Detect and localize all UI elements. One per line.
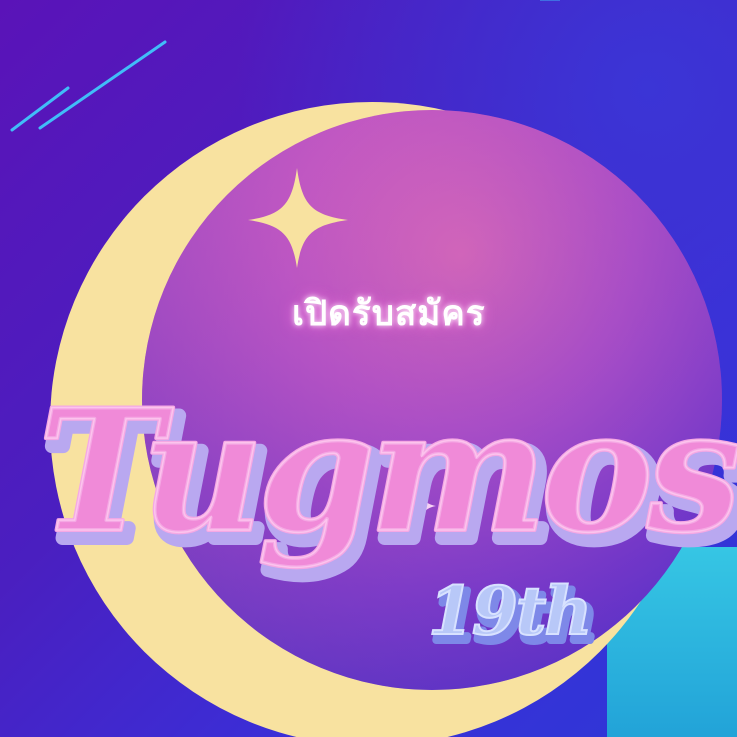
title-highlight: Tugmos [38, 372, 737, 570]
title-lettering: Tugmos Tugmos Tugmos 19th 19th [36, 370, 737, 660]
edition-text: 19th [428, 572, 590, 650]
poster: เปิดรับสมัคร Tugmos Tugmos Tugmos 19th 1… [0, 0, 737, 737]
